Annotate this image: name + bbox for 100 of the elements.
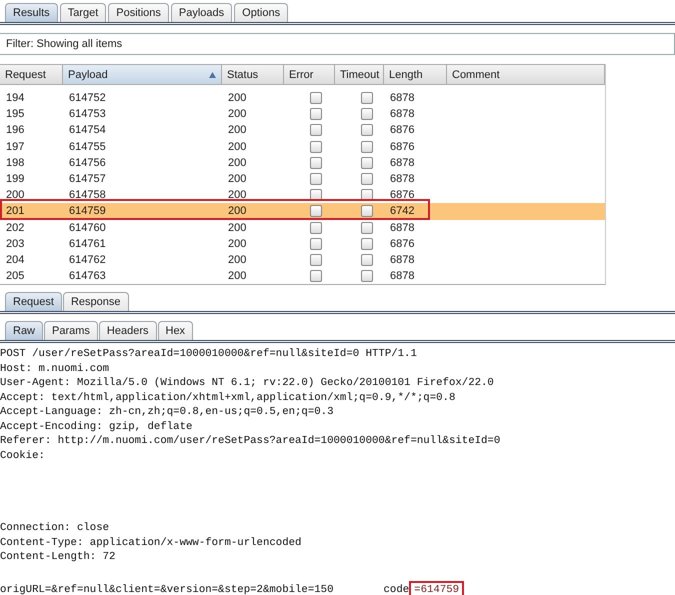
table-cell-text: 6876 bbox=[389, 236, 416, 252]
table-row[interactable]: 196 614754 200 6876 bbox=[0, 122, 605, 139]
results-tab[interactable]: Options bbox=[234, 3, 288, 22]
checkbox[interactable] bbox=[361, 270, 373, 282]
table-cell-text: 6878 bbox=[389, 220, 416, 236]
view-tab[interactable]: Params bbox=[44, 321, 98, 340]
checkbox[interactable] bbox=[361, 173, 373, 186]
table-row[interactable]: 195 614753 200 6878 bbox=[0, 106, 605, 122]
checkbox[interactable] bbox=[310, 124, 322, 136]
table-cell-text: 614754 bbox=[68, 123, 107, 138]
message-tab[interactable]: Request bbox=[5, 292, 62, 312]
table-cell-text: 197 bbox=[5, 140, 26, 155]
table-cell-text: 614758 bbox=[68, 188, 107, 204]
column-header[interactable]: Length bbox=[384, 65, 447, 84]
checkbox[interactable] bbox=[310, 108, 322, 120]
checkbox[interactable] bbox=[310, 270, 322, 282]
table-cell-text: 200 bbox=[227, 269, 248, 284]
column-header[interactable]: Payload bbox=[63, 65, 222, 84]
request-line: Content-Type: application/x-www-form-urlencoded bbox=[0, 536, 302, 550]
table-cell-text: 200 bbox=[227, 156, 248, 171]
checkbox[interactable] bbox=[361, 108, 373, 120]
checkbox[interactable] bbox=[310, 156, 322, 169]
request-line: Cookie: bbox=[0, 448, 46, 464]
results-tab[interactable]: Positions bbox=[108, 3, 169, 22]
checkbox[interactable] bbox=[361, 238, 373, 250]
table-cell-text: 200 bbox=[5, 188, 26, 204]
column-header[interactable]: Status bbox=[222, 65, 284, 84]
checkbox[interactable] bbox=[361, 92, 373, 104]
table-cell-text: 6876 bbox=[389, 188, 416, 204]
table-cell-text: 205 bbox=[5, 269, 26, 284]
table-row[interactable]: 197 614755 200 6876 bbox=[0, 138, 605, 155]
checkbox[interactable] bbox=[361, 156, 373, 169]
table-row[interactable]: 194 614752 200 6878 bbox=[0, 90, 605, 106]
checkbox[interactable] bbox=[310, 254, 322, 266]
table-row[interactable]: 204 614762 200 6878 bbox=[0, 252, 605, 268]
table-cell-text: 614756 bbox=[68, 156, 107, 171]
table-cell-text: 614761 bbox=[68, 236, 107, 252]
table-cell-text: 195 bbox=[5, 107, 26, 122]
checkbox[interactable] bbox=[310, 222, 322, 234]
table-cell-text: 6878 bbox=[389, 252, 416, 268]
table-cell-text: 196 bbox=[5, 123, 26, 138]
results-tab[interactable]: Results bbox=[5, 3, 58, 22]
request-line: Connection: close bbox=[0, 521, 110, 536]
table-cell-text: 198 bbox=[5, 156, 26, 171]
table-cell-text: 200 bbox=[227, 188, 248, 204]
table-cell-text: 200 bbox=[227, 252, 248, 268]
view-tab[interactable]: Raw bbox=[5, 321, 44, 340]
table-cell-text: 200 bbox=[227, 236, 248, 252]
body-text: code bbox=[384, 584, 410, 595]
checkbox[interactable] bbox=[361, 222, 373, 234]
table-row[interactable]: 203 614761 200 6876 bbox=[0, 236, 605, 252]
table-cell-text: 6876 bbox=[389, 123, 416, 138]
checkbox[interactable] bbox=[310, 205, 322, 218]
table-cell-text: 6878 bbox=[389, 172, 416, 188]
results-tab[interactable]: Payloads bbox=[170, 3, 232, 22]
table-row[interactable]: 198 614756 200 6878 bbox=[0, 154, 605, 171]
table-cell-text: 614755 bbox=[68, 140, 107, 155]
request-line: Host: m.nuomi.com bbox=[0, 362, 110, 376]
table-cell-text: 614759 bbox=[68, 204, 107, 220]
body-text: origURL=&ref=null&client=&version=&step=2&mobile=150 bbox=[0, 584, 334, 595]
checkbox[interactable] bbox=[361, 124, 373, 136]
checkbox[interactable] bbox=[361, 254, 373, 266]
view-tab[interactable]: Hex bbox=[158, 321, 194, 340]
table-cell-text: 614763 bbox=[68, 269, 107, 284]
table-cell-text: 200 bbox=[227, 91, 248, 106]
request-line: Accept-Language: zh-cn,zh;q=0.8,en-us;q=0.5,en;q=0.3 bbox=[0, 405, 335, 420]
table-cell-text: 194 bbox=[5, 91, 26, 106]
request-line: Referer: http://m.nuomi.com/user/reSetPass?areaId=1000010000&ref=null&siteId=0 bbox=[0, 434, 502, 449]
table-cell-text: 6876 bbox=[389, 140, 416, 155]
filter-bar[interactable]: Filter: Showing all items bbox=[0, 33, 675, 55]
column-header[interactable]: Comment bbox=[447, 65, 605, 84]
checkbox[interactable] bbox=[361, 205, 373, 218]
request-line: Accept-Encoding: gzip, deflate bbox=[0, 420, 194, 434]
table-cell-text: 200 bbox=[227, 107, 248, 122]
checkbox[interactable] bbox=[310, 173, 322, 186]
checkbox[interactable] bbox=[310, 140, 322, 153]
results-tab[interactable]: Target bbox=[60, 3, 106, 22]
table-row[interactable]: 199 614757 200 6878 bbox=[0, 170, 605, 188]
column-header[interactable]: Error bbox=[284, 65, 335, 84]
request-line: User-Agent: Mozilla/5.0 (Windows NT 6.1; rv:22.0) Gecko/20100101 Firefox/22.0 bbox=[0, 376, 495, 391]
table-cell-text: 6742 bbox=[389, 204, 416, 220]
table-cell-text: 614753 bbox=[68, 107, 107, 122]
table-row[interactable]: 200 614758 200 6876 bbox=[0, 187, 605, 204]
table-cell-text: 614760 bbox=[68, 220, 107, 236]
message-tab[interactable]: Response bbox=[62, 292, 129, 312]
table-cell-text: 614757 bbox=[68, 172, 107, 188]
table-cell-text: 200 bbox=[227, 220, 248, 236]
table-row[interactable]: 202 614760 200 6878 bbox=[0, 220, 605, 236]
highlighted-value: =614759 bbox=[409, 581, 464, 595]
checkbox[interactable] bbox=[310, 238, 322, 250]
table-cell-text: 614762 bbox=[68, 252, 107, 268]
table-cell-text: 201 bbox=[5, 204, 26, 220]
checkbox[interactable] bbox=[310, 92, 322, 104]
column-header[interactable]: Timeout bbox=[335, 65, 384, 84]
table-row[interactable]: 205 614763 200 6878 bbox=[0, 268, 605, 284]
view-tab[interactable]: Headers bbox=[98, 321, 156, 340]
checkbox[interactable] bbox=[361, 140, 373, 153]
table-cell-text: 200 bbox=[227, 204, 248, 220]
table-cell-text: 6878 bbox=[389, 156, 416, 171]
table-cell-text: 614752 bbox=[68, 91, 107, 106]
